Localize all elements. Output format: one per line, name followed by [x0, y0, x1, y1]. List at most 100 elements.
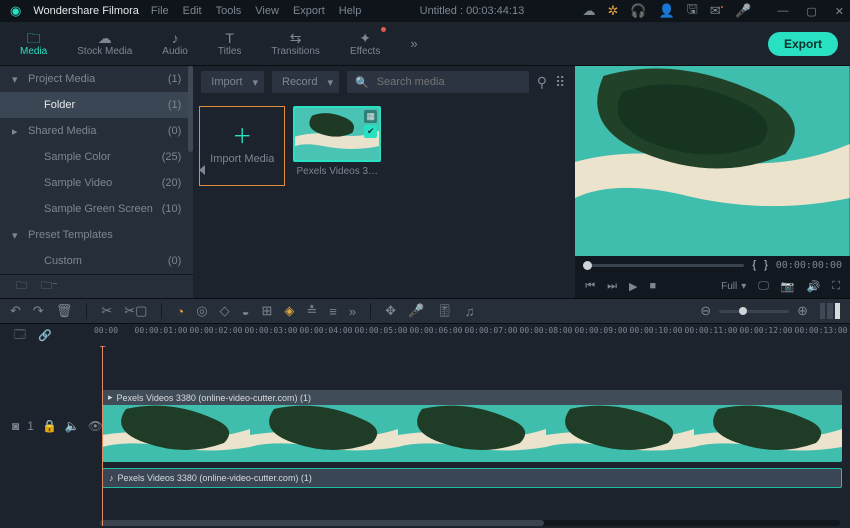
mark-out-button[interactable]: }	[764, 259, 768, 271]
scrubber-playhead[interactable]	[583, 261, 592, 270]
track-header-video[interactable]: ◙ 1 🔒 🔈 👁	[0, 390, 100, 462]
timeline-playhead[interactable]	[102, 346, 103, 526]
tab-transitions[interactable]: ⇆Transitions	[265, 29, 326, 59]
more-tabs-button[interactable]: »	[410, 36, 417, 51]
close-button[interactable]: ✕	[835, 5, 844, 18]
sidebar-item-sample-green-screen[interactable]: Sample Green Screen(10)	[0, 196, 193, 222]
mixer-icon[interactable]: 🎚	[436, 303, 453, 319]
minimize-button[interactable]: —	[777, 5, 788, 18]
new-folder-icon[interactable]: 🗀	[16, 277, 27, 296]
sidebar-item-shared-media[interactable]: ▸Shared Media(0)	[0, 118, 193, 144]
zoom-out-icon[interactable]: ⊖	[700, 303, 711, 319]
settings-gear-icon[interactable]: ✲	[607, 3, 618, 19]
sidebar-item-preset-templates[interactable]: ▾Preset Templates	[0, 222, 193, 248]
menu-edit[interactable]: Edit	[183, 5, 202, 17]
zoom-control: ⊖ ⊕	[700, 303, 808, 319]
clip-thumb	[546, 405, 694, 462]
marker-icon[interactable]: ◈	[284, 303, 294, 319]
menu-tools[interactable]: Tools	[216, 5, 242, 17]
display-settings-icon[interactable]: 🖵	[758, 280, 769, 293]
more-tools-icon[interactable]: »	[349, 304, 356, 319]
fullscreen-icon[interactable]: ⛶	[832, 280, 840, 293]
menu-file[interactable]: File	[151, 5, 169, 17]
stop-icon[interactable]: ■	[650, 280, 657, 292]
sidebar-item-sample-color[interactable]: Sample Color(25)	[0, 144, 193, 170]
search-box[interactable]: 🔍	[347, 71, 529, 93]
import-dropdown[interactable]: Import▾	[201, 71, 264, 93]
link-icon[interactable]: 🔗	[38, 329, 52, 342]
step-forward-icon[interactable]: ⏭	[607, 280, 617, 293]
sidebar-scrollbar[interactable]	[188, 66, 193, 152]
delete-icon[interactable]: 🗑	[56, 303, 73, 319]
media-toolbar: Import▾ Record▾ 🔍 ⚲ ⠿	[193, 66, 575, 98]
sidebar-item-custom[interactable]: Custom(0)	[0, 248, 193, 274]
cloud-icon[interactable]: ☁	[582, 3, 595, 19]
delete-icon[interactable]: 🗀⁻	[41, 277, 58, 296]
undo-icon[interactable]: ↶	[10, 303, 21, 319]
zoom-in-icon[interactable]: ⊕	[797, 303, 808, 319]
zoom-slider[interactable]	[719, 310, 789, 313]
text-tool-icon[interactable]: ⊞	[261, 303, 272, 319]
tab-stock-media[interactable]: ☁Stock Media	[71, 29, 138, 59]
timeline-ruler[interactable]: 00:0000:00:01:0000:00:02:0000:00:03:0000…	[100, 324, 850, 346]
record-dropdown[interactable]: Record▾	[272, 71, 339, 93]
quality-label: Full	[721, 281, 737, 292]
quality-dropdown[interactable]: Full ▾	[721, 281, 746, 292]
pointer-tool-icon[interactable]: ✥	[385, 303, 396, 319]
account-icon[interactable]: 👤	[659, 3, 675, 19]
play-icon[interactable]: ▶	[629, 280, 637, 293]
motion-icon[interactable]: ◇	[220, 303, 230, 319]
crop-icon[interactable]: ✂▢	[124, 303, 147, 319]
audio-track-clip[interactable]: ♪ Pexels Videos 3380 (online-video-cutte…	[102, 468, 842, 488]
microphone-icon[interactable]: 🎤	[735, 3, 751, 19]
scrubber-track[interactable]	[583, 264, 744, 267]
grid-view-icon[interactable]: ⠿	[555, 74, 565, 91]
lock-track-icon[interactable]: 🔒	[42, 419, 57, 433]
sidebar-item-folder[interactable]: Folder(1)	[0, 92, 193, 118]
notifications-icon[interactable]: ✉•	[710, 3, 723, 19]
scrollbar-thumb[interactable]	[100, 520, 544, 526]
tab-audio[interactable]: ♪Audio	[156, 29, 194, 59]
import-media-card[interactable]: ＋ Import Media	[199, 106, 285, 186]
timeline-options-icon[interactable]: 🗔	[14, 326, 26, 345]
expand-left-icon[interactable]	[199, 165, 205, 175]
cut-icon[interactable]: ✂	[101, 303, 112, 319]
media-item[interactable]: ▦ ✔ Pexels Videos 3…	[293, 106, 381, 186]
record-voice-icon[interactable]: 🎤	[408, 303, 424, 319]
audio-tool-icon[interactable]: ≡	[329, 304, 337, 319]
playhead-knob[interactable]	[100, 346, 110, 347]
headphones-icon[interactable]: 🎧	[630, 3, 646, 19]
menu-help[interactable]: Help	[339, 5, 362, 17]
video-track-clip[interactable]: ▸ Pexels Videos 3380 (online-video-cutte…	[102, 390, 842, 462]
filter-icon[interactable]: ⚲	[537, 74, 547, 91]
step-back-icon[interactable]: ⏮	[585, 280, 595, 293]
adjust-icon[interactable]: ≛	[306, 303, 317, 319]
maximize-button[interactable]: ▢	[806, 5, 816, 18]
volume-icon[interactable]: 🔊	[807, 280, 821, 293]
speed-icon[interactable]: ◔	[176, 304, 184, 319]
keyframe-icon[interactable]: ◒	[242, 304, 250, 319]
export-button[interactable]: Export	[768, 32, 838, 56]
color-icon[interactable]: ◎	[196, 303, 207, 319]
tab-media[interactable]: 🗀Media	[14, 29, 53, 59]
sidebar-item-project-media[interactable]: ▾Project Media(1)	[0, 66, 193, 92]
media-thumbnail[interactable]: ▦ ✔	[293, 106, 381, 162]
tab-label: Transitions	[271, 46, 320, 57]
save-icon[interactable]: 🖫	[687, 0, 698, 22]
preview-canvas[interactable]	[575, 66, 850, 256]
mark-in-button[interactable]: {	[752, 259, 756, 271]
music-icon[interactable]: ♫	[465, 304, 475, 319]
timeline-scrollbar[interactable]	[100, 520, 840, 526]
redo-icon[interactable]: ↷	[33, 303, 44, 319]
tab-titles[interactable]: TTitles	[212, 29, 248, 59]
mute-track-icon[interactable]: 🔈	[65, 419, 80, 433]
tracks-area[interactable]: ▸ Pexels Videos 3380 (online-video-cutte…	[100, 346, 850, 526]
zoom-handle[interactable]	[739, 307, 747, 315]
track-layout-toggle[interactable]	[820, 303, 840, 319]
menu-view[interactable]: View	[255, 5, 279, 17]
snapshot-icon[interactable]: 📷	[781, 280, 795, 293]
menu-export[interactable]: Export	[293, 5, 325, 17]
search-input[interactable]	[375, 75, 521, 89]
sidebar-item-sample-video[interactable]: Sample Video(20)	[0, 170, 193, 196]
tab-effects[interactable]: ✦Effects	[344, 29, 386, 59]
